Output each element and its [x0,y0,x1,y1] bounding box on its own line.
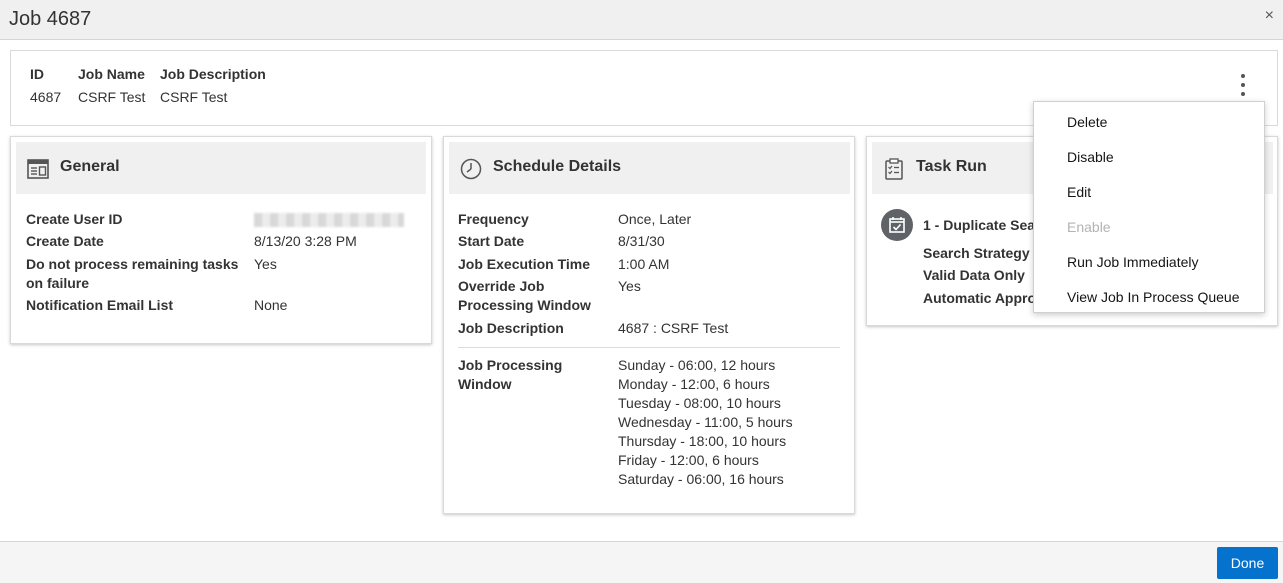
window-line-monday: Monday - 12:00, 6 hours [618,376,770,392]
dialog-footer: Done [0,541,1283,583]
window-line-saturday: Saturday - 06:00, 16 hours [618,471,784,487]
override-window-label: Override Job Processing Window [458,278,591,313]
job-description-label: Job Description [160,66,266,82]
clock-icon [460,158,482,180]
create-date-value: 8/13/20 3:28 PM [254,233,357,249]
no-process-label: Do not process remaining tasks on failur… [26,256,239,291]
job-description-value: CSRF Test [160,89,228,105]
menu-item-disable[interactable]: Disable [1067,149,1114,165]
search-strategy-label: Search Strategy [923,245,1030,261]
clipboard-icon [885,158,903,180]
more-actions-icon[interactable] [1237,74,1249,100]
job-id-value: 4687 [30,89,62,105]
notification-email-label: Notification Email List [26,297,174,313]
start-date-value: 8/31/30 [618,233,665,249]
job-name-label: Job Name [78,66,145,82]
create-date-label: Create Date [26,233,104,249]
execution-time-label: Job Execution Time [458,256,590,272]
dialog-titlebar: Job 4687 × [0,0,1283,40]
frequency-label: Frequency [458,211,529,227]
window-line-thursday: Thursday - 18:00, 10 hours [618,433,787,449]
create-user-id-redacted [254,213,404,227]
calendar-check-icon [881,209,913,241]
processing-window-label: Job Processing Window [458,357,563,392]
menu-item-view-job-in-process-queue[interactable]: View Job In Process Queue [1067,289,1240,305]
schedule-divider [458,347,840,348]
close-icon[interactable]: × [1265,7,1274,25]
window-line-friday: Friday - 12:00, 6 hours [618,452,759,468]
general-card-header: General [16,142,426,194]
job-description-column: Job Description CSRF Test [160,66,266,105]
schedule-job-description-label: Job Description [458,320,564,336]
dialog-title: Job 4687 [9,8,92,30]
schedule-job-description-value: 4687 : CSRF Test [618,320,729,336]
create-user-id-label: Create User ID [26,211,123,227]
menu-item-run-job-immediately[interactable]: Run Job Immediately [1067,254,1199,270]
menu-item-enable: Enable [1067,219,1111,235]
general-card: General Create User ID Create Date 8/13/… [10,136,432,344]
notification-email-value: None [254,297,288,313]
task-title: 1 - Duplicate Sea [923,217,1036,233]
window-line-sunday: Sunday - 06:00, 12 hours [618,357,776,373]
schedule-title: Schedule Details [493,158,622,175]
frequency-value: Once, Later [618,211,692,227]
schedule-card-header: Schedule Details [449,142,850,194]
window-line-tuesday: Tuesday - 08:00, 10 hours [618,395,781,411]
general-title: General [60,158,120,175]
job-name-column: Job Name CSRF Test [78,66,145,105]
done-button[interactable]: Done [1217,547,1278,579]
job-name-value: CSRF Test [78,89,146,105]
automatic-approval-label: Automatic Appro [923,290,1037,306]
schedule-card: Schedule Details Frequency Once, Later S… [443,136,855,514]
processing-window-list: Sunday - 06:00, 12 hours Monday - 12:00,… [618,356,848,489]
job-id-label: ID [30,66,44,82]
task-run-title: Task Run [916,158,987,175]
menu-item-delete[interactable]: Delete [1067,114,1107,130]
menu-item-edit[interactable]: Edit [1067,184,1091,200]
actions-menu: Delete Disable Edit Enable Run Job Immed… [1033,101,1265,313]
execution-time-value: 1:00 AM [618,256,670,272]
panel-icon [27,159,49,179]
no-process-value: Yes [254,256,277,272]
window-line-wednesday: Wednesday - 11:00, 5 hours [618,414,793,430]
valid-data-only-label: Valid Data Only [923,267,1025,283]
override-window-value: Yes [618,278,641,294]
start-date-label: Start Date [458,233,525,249]
job-id-column: ID 4687 [30,66,61,105]
